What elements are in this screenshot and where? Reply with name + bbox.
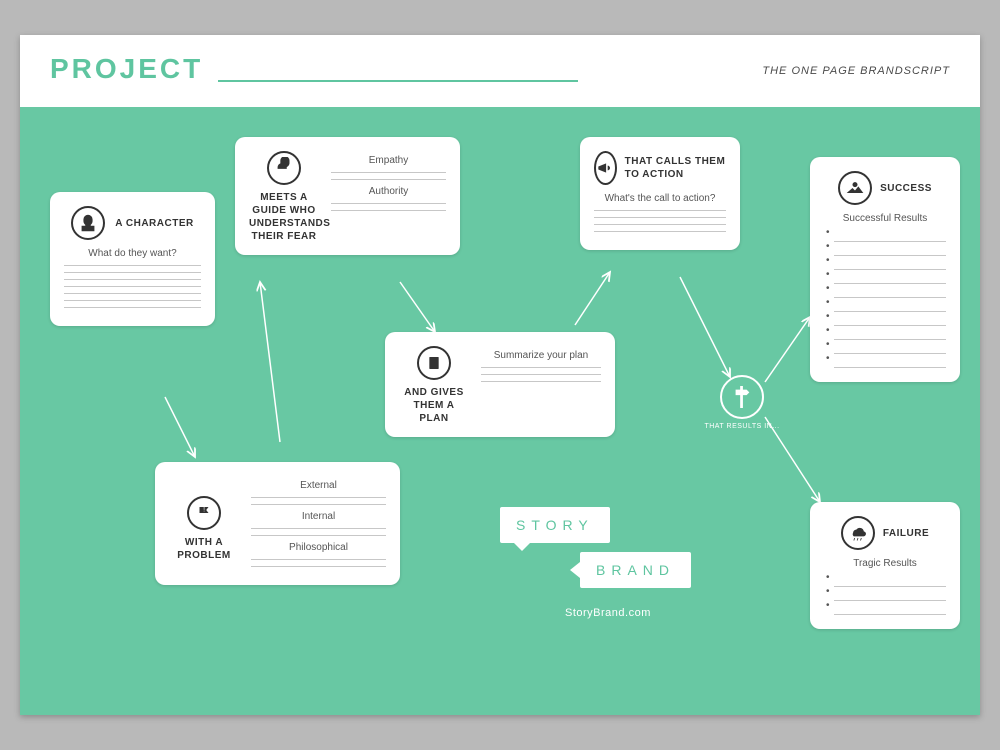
megaphone-icon [594, 151, 617, 185]
card-success[interactable]: SUCCESS Successful Results [810, 157, 960, 382]
flag-alert-icon: ! [187, 496, 221, 530]
results-node [720, 375, 764, 419]
header: PROJECT THE ONE PAGE BRANDSCRIPT [20, 35, 980, 107]
logo-story-bubble: STORY [500, 507, 610, 543]
card-title: THAT CALLS THEM TO ACTION [625, 155, 726, 181]
card-character[interactable]: A CHARACTER What do they want? [50, 192, 215, 326]
card-prompt: Tragic Results [824, 558, 946, 569]
worksheet-page: PROJECT THE ONE PAGE BRANDSCRIPT [20, 35, 980, 715]
card-title: AND GIVES THEM A PLAN [399, 386, 469, 425]
card-cta[interactable]: THAT CALLS THEM TO ACTION What's the cal… [580, 137, 740, 250]
card-title: SUCCESS [880, 182, 932, 195]
subtitle: THE ONE PAGE BRANDSCRIPT [762, 65, 950, 77]
card-prompt: Summarize your plan [481, 350, 601, 361]
card-title: FAILURE [883, 527, 929, 540]
field-philosophical: Philosophical [251, 542, 386, 553]
guide-silhouette-icon [267, 151, 301, 185]
logo-brand-bubble: BRAND [580, 552, 691, 588]
logo-url: StoryBrand.com [565, 607, 651, 619]
card-problem[interactable]: ! WITH A PROBLEM External Internal Philo… [155, 462, 400, 585]
project-label: PROJECT [50, 53, 203, 84]
card-title: MEETS A GUIDE WHO UNDERSTANDS THEIR FEAR [249, 191, 319, 243]
results-node-caption: THAT RESULTS IN... [702, 423, 782, 430]
field-empathy: Empathy [331, 155, 446, 166]
project-input-line[interactable] [218, 80, 578, 82]
card-prompt: What do they want? [64, 248, 201, 259]
canvas: A CHARACTER What do they want? MEETS A G… [20, 107, 980, 715]
card-failure[interactable]: FAILURE Tragic Results [810, 502, 960, 629]
card-plan[interactable]: AND GIVES THEM A PLAN Summarize your pla… [385, 332, 615, 437]
card-title: WITH A PROBLEM [169, 536, 239, 562]
person-silhouette-icon [71, 206, 105, 240]
logo-line2: BRAND [596, 562, 675, 578]
signpost-icon [731, 384, 753, 410]
logo-line1: STORY [516, 517, 594, 533]
rain-cloud-icon [841, 516, 875, 550]
project-title-block: PROJECT [50, 53, 578, 85]
card-guide[interactable]: MEETS A GUIDE WHO UNDERSTANDS THEIR FEAR… [235, 137, 460, 255]
card-prompt: Successful Results [824, 213, 946, 224]
field-authority: Authority [331, 186, 446, 197]
card-prompt: What's the call to action? [594, 193, 726, 204]
card-title: A CHARACTER [115, 217, 193, 230]
document-icon [417, 346, 451, 380]
sunrise-icon [838, 171, 872, 205]
field-internal: Internal [251, 511, 386, 522]
field-external: External [251, 480, 386, 491]
